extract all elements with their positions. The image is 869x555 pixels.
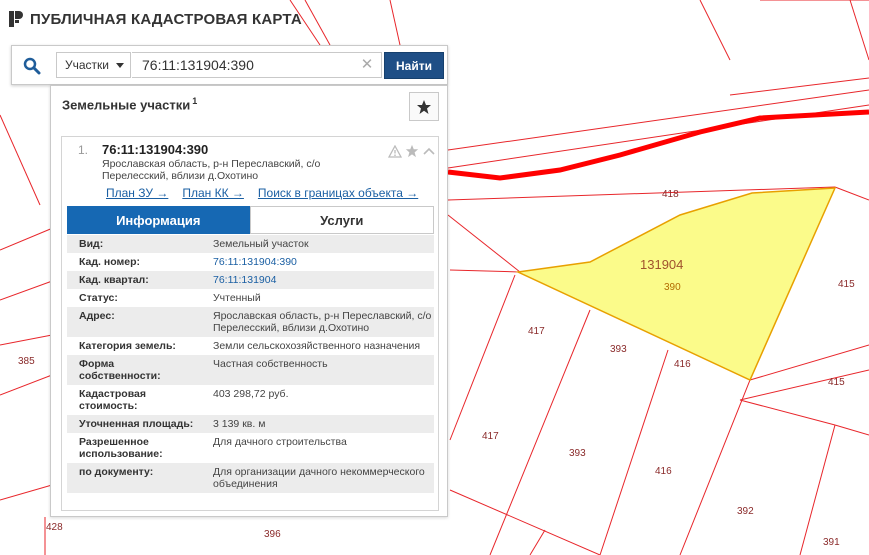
tab-services[interactable]: Услуги [249, 206, 434, 234]
pkk-logo-icon [9, 11, 23, 27]
card-tabs: Информация Услуги [67, 206, 434, 234]
attribute-value: 403 298,72 руб. [213, 388, 289, 400]
attribute-value: Для дачного строительства [213, 436, 347, 448]
results-title-label: Земельные участки [62, 97, 191, 113]
results-panel: Земельные участки 1 1. 76:11:131904:390 Я… [50, 85, 448, 517]
attribute-row: Кадастровая стоимость: 403 298,72 руб. [67, 385, 434, 415]
attribute-row: Адрес: Ярославская область, р-н Переславс… [67, 307, 434, 337]
map-label: 392 [737, 506, 754, 517]
app-title: ПУБЛИЧНАЯ КАДАСТРОВАЯ КАРТА [30, 10, 302, 28]
attribute-key: Форма собственности: [79, 358, 161, 382]
attribute-value: Земли сельскохозяйственного назначения [213, 340, 421, 352]
chevron-up-icon[interactable] [422, 146, 436, 156]
map-label: 417 [482, 431, 499, 442]
attribute-key: по документу: [79, 466, 154, 478]
favorites-button[interactable] [409, 92, 439, 121]
attribute-key: Адрес: [79, 310, 115, 322]
map-label: 416 [674, 359, 691, 370]
map-label: 415 [828, 377, 845, 388]
map-label: 417 [528, 326, 545, 337]
attribute-value[interactable]: 76:11:131904:390 [197, 256, 434, 268]
search-type-select[interactable]: Участки [56, 52, 131, 78]
attribute-value: Для организации дачного некоммерческого … [213, 466, 425, 490]
map-label: 418 [662, 189, 679, 200]
search-input[interactable] [132, 52, 382, 78]
attribute-value[interactable]: 76:11:131904 [197, 274, 434, 286]
tab-info[interactable]: Информация [67, 206, 250, 234]
attribute-row: Уточненная площадь: 3 139 кв. м [67, 415, 434, 433]
warning-icon[interactable] [388, 144, 402, 158]
map-label: 391 [823, 537, 840, 548]
map-label: 390 [664, 282, 681, 293]
link-plan-zu[interactable]: План ЗУ → [106, 186, 168, 200]
attribute-row: Разрешенное использование: Для дачного ст… [67, 433, 434, 463]
map-label: 393 [569, 448, 586, 459]
find-button[interactable]: Найти [384, 52, 444, 79]
attribute-row: Форма собственности: Частная собственност… [67, 355, 434, 385]
attribute-key: Категория земель: [79, 340, 176, 352]
attribute-row: Категория земель: Земли сельскохозяйствен… [67, 337, 434, 355]
attribute-row: Кад. квартал: 76:11:131904 [67, 271, 434, 289]
map-label: 415 [838, 279, 855, 290]
attribute-key: Кадастровая стоимость: [79, 388, 146, 412]
app-header: ПУБЛИЧНАЯ КАДАСТРОВАЯ КАРТА [8, 10, 302, 28]
clear-icon[interactable]: ✕ [359, 57, 375, 73]
attribute-key: Статус: [79, 292, 118, 304]
star-icon[interactable] [405, 144, 419, 158]
attribute-key: Разрешенное использование: [79, 436, 163, 460]
attribute-row: Статус: Учтенный [67, 289, 434, 307]
map-label: 393 [610, 344, 627, 355]
search-type-label: Участки [65, 58, 109, 72]
attribute-key: Вид: [79, 238, 104, 250]
map-label: 428 [46, 522, 63, 533]
attribute-key: Кад. квартал: [79, 274, 149, 286]
result-cad-number[interactable]: 76:11:131904:390 [102, 142, 208, 157]
result-number: 1. [78, 143, 89, 157]
results-count: 1 [192, 96, 198, 106]
map-label: 131904 [640, 257, 683, 272]
attribute-key: Кад. номер: [79, 256, 141, 268]
search-bar: Участки ✕ Найти [11, 45, 448, 85]
results-title: Земельные участки 1 [62, 96, 197, 112]
attribute-value: Учтенный [213, 292, 261, 304]
attribute-table: Вид: Земельный участок Кад. номер: 76:11:13… [67, 235, 434, 493]
card-links: План ЗУ → План КК → Поиск в границах объ… [106, 186, 418, 200]
attribute-row: Вид: Земельный участок [67, 235, 434, 253]
map-label: 385 [18, 356, 35, 367]
attribute-value: Ярославская область, р-н Переславский, с… [213, 310, 432, 334]
search-icon[interactable] [20, 54, 44, 78]
attribute-value: 3 139 кв. м [213, 418, 266, 430]
result-address: Ярославская область, р-н Переславский, с… [102, 158, 321, 182]
attribute-value: Земельный участок [213, 238, 309, 250]
attribute-row: по документу: Для организации дачного нек… [67, 463, 434, 493]
chevron-down-icon [116, 63, 124, 68]
attribute-row: Кад. номер: 76:11:131904:390 [67, 253, 434, 271]
card-actions [388, 144, 436, 158]
link-plan-kk[interactable]: План КК → [182, 186, 244, 200]
map-label: 396 [264, 529, 281, 540]
result-card: 1. 76:11:131904:390 Ярославская область,… [61, 136, 439, 511]
map-label: 416 [655, 466, 672, 477]
link-search-in-bounds[interactable]: Поиск в границах объекта → [258, 186, 418, 200]
star-icon [417, 99, 431, 114]
attribute-value: Частная собственность [213, 358, 328, 370]
attribute-key: Уточненная площадь: [79, 418, 194, 430]
